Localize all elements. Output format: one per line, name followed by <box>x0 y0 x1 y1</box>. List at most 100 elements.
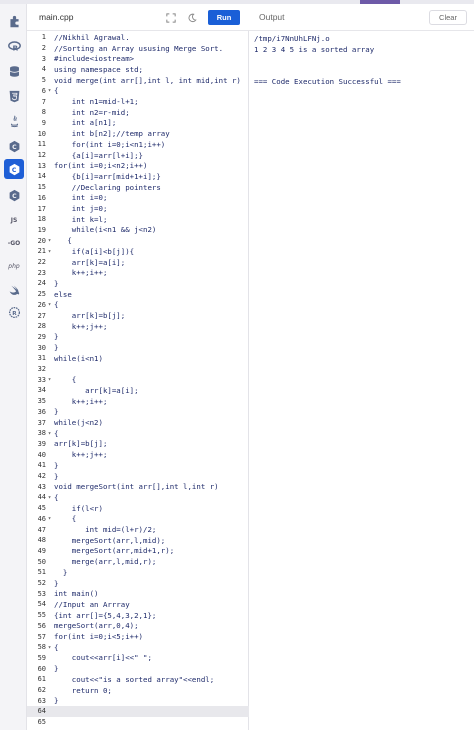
code-line[interactable]: 57 for(int i=0;i<5;i++) <box>27 631 249 642</box>
code-line[interactable]: 20 ▾ { <box>27 235 249 246</box>
code-line[interactable]: 50 merge(arr,l,mid,r); <box>27 556 249 567</box>
code-line[interactable]: 62 return 0; <box>27 685 249 696</box>
code-line[interactable]: 3 #include<iostream> <box>27 53 249 64</box>
code-line[interactable]: 33 ▾ { <box>27 374 249 385</box>
code-line[interactable]: 40 k++;j++; <box>27 449 249 460</box>
code-line[interactable]: 1 //Nikhil Agrawal. <box>27 32 249 43</box>
swift-icon[interactable] <box>4 280 24 300</box>
code-line[interactable]: 2 //Sorting an Array ususing Merge Sort. <box>27 43 249 54</box>
code-line[interactable]: 30} <box>27 342 249 353</box>
code-line[interactable]: 65 <box>27 717 249 728</box>
code-line[interactable]: 7 int n1=mid-l+1; <box>27 96 249 107</box>
code-line[interactable]: 55 {int arr[]={5,4,3,2,1}; <box>27 610 249 621</box>
code-line[interactable]: 8 int n2=r-mid; <box>27 107 249 118</box>
code-line[interactable]: 47 int mid=(l+r)/2; <box>27 524 249 535</box>
code-line[interactable]: 18 int k=l; <box>27 214 249 225</box>
code-line[interactable]: 43 void mergeSort(int arr[],int l,int r) <box>27 481 249 492</box>
code-line[interactable]: 25 else <box>27 289 249 300</box>
code-line[interactable]: 38 ▾{ <box>27 428 249 439</box>
code-line[interactable]: 44 ▾{ <box>27 492 249 503</box>
fold-toggle[interactable]: ▾ <box>46 237 53 244</box>
code-line[interactable]: 15 //Declaring pointers <box>27 182 249 193</box>
puzzle-icon[interactable] <box>4 11 24 31</box>
csharp-icon[interactable]: C <box>4 185 24 205</box>
code-line[interactable]: 41} <box>27 460 249 471</box>
go-icon[interactable]: -GO <box>4 233 24 253</box>
java-icon[interactable] <box>4 111 24 131</box>
line-number: 57 <box>37 632 46 641</box>
fold-toggle[interactable]: ▾ <box>46 87 53 94</box>
code-text: arr[k]=b[j]; <box>54 311 126 321</box>
file-tab[interactable]: main.cpp <box>39 12 74 22</box>
code-line[interactable]: 46 ▾ { <box>27 514 249 525</box>
code-line[interactable]: 14 {b[i]=arr[mid+1+i];} <box>27 171 249 182</box>
r-lang-icon[interactable]: R <box>4 36 24 56</box>
fullscreen-button[interactable] <box>163 11 179 25</box>
code-line[interactable]: 51 } <box>27 567 249 578</box>
code-line[interactable]: 9 int a[n1]; <box>27 118 249 129</box>
theme-toggle-button[interactable] <box>184 11 200 25</box>
line-number: 53 <box>37 589 46 598</box>
code-line[interactable]: 58 ▾{ <box>27 642 249 653</box>
run-button[interactable]: Run <box>208 10 240 25</box>
fold-toggle[interactable]: ▾ <box>46 494 53 501</box>
code-line[interactable]: 29} <box>27 332 249 343</box>
rust-icon[interactable]: R <box>4 302 24 322</box>
fold-toggle[interactable]: ▾ <box>46 515 53 522</box>
cpp-icon[interactable]: C <box>4 159 24 179</box>
code-line[interactable]: 13 for(int i=0;i<n2;i++) <box>27 160 249 171</box>
code-line[interactable]: 12 {a[i]=arr[l+i];} <box>27 150 249 161</box>
code-line[interactable]: 4 using namespace std; <box>27 64 249 75</box>
line-number: 63 <box>37 696 46 705</box>
fold-toggle[interactable]: ▾ <box>46 248 53 255</box>
code-line[interactable]: 42} <box>27 471 249 482</box>
code-line[interactable]: 24} <box>27 278 249 289</box>
php-icon[interactable]: php <box>4 256 24 276</box>
code-line[interactable]: 48 mergeSort(arr,l,mid); <box>27 535 249 546</box>
code-line[interactable]: 23 k++;i++; <box>27 267 249 278</box>
clear-button[interactable]: Clear <box>429 10 467 25</box>
code-line[interactable]: 19 while(i<n1 && j<n2) <box>27 225 249 236</box>
code-line[interactable]: 53 int main() <box>27 588 249 599</box>
fold-toggle[interactable]: ▾ <box>46 301 53 308</box>
fold-toggle[interactable]: ▾ <box>46 376 53 383</box>
html5-icon[interactable] <box>4 86 24 106</box>
code-line[interactable]: 54 //Input an Arrray <box>27 599 249 610</box>
code-line[interactable]: 31 while(i<n1) <box>27 353 249 364</box>
database-icon[interactable] <box>4 61 24 81</box>
code-line[interactable]: 56 mergeSort(arr,0,4); <box>27 621 249 632</box>
code-line[interactable]: 52} <box>27 578 249 589</box>
code-line[interactable]: 5 void merge(int arr[],int l, int mid,int… <box>27 75 249 86</box>
code-line[interactable]: 32 <box>27 364 249 375</box>
code-line[interactable]: 26 ▾{ <box>27 300 249 311</box>
code-line[interactable]: 35 k++;i++; <box>27 396 249 407</box>
code-line[interactable]: 61 cout<<"is a sorted array"<<endl; <box>27 674 249 685</box>
fold-toggle[interactable]: ▾ <box>46 644 53 651</box>
code-line[interactable]: 10 int b[n2];//temp array <box>27 128 249 139</box>
code-line[interactable]: 64 <box>27 706 249 717</box>
javascript-icon[interactable]: JS <box>4 210 24 230</box>
code-line[interactable]: 11 for(int i=0;i<n1;i++) <box>27 139 249 150</box>
code-line[interactable]: 37 while(j<n2) <box>27 417 249 428</box>
code-line[interactable]: 28 k++;j++; <box>27 321 249 332</box>
c-lang-icon[interactable]: C <box>4 136 24 156</box>
code-line[interactable]: 60} <box>27 663 249 674</box>
code-line[interactable]: 17 int j=0; <box>27 203 249 214</box>
code-line[interactable]: 16 int i=0; <box>27 193 249 204</box>
line-number: 51 <box>37 568 46 577</box>
code-line[interactable]: 63} <box>27 695 249 706</box>
code-line[interactable]: 39 arr[k]=b[j]; <box>27 439 249 450</box>
code-line[interactable]: 22 arr[k]=a[i]; <box>27 257 249 268</box>
fold-toggle[interactable]: ▾ <box>46 430 53 437</box>
code-text: #include<iostream> <box>54 54 135 64</box>
code-editor[interactable]: 1 //Nikhil Agrawal. 2 //Sorting an Array us… <box>27 31 249 730</box>
code-line[interactable]: 49 mergeSort(arr,mid+1,r); <box>27 546 249 557</box>
code-line[interactable]: 27 arr[k]=b[j]; <box>27 310 249 321</box>
code-line[interactable]: 59 cout<<arr[i]<<" "; <box>27 653 249 664</box>
code-line[interactable]: 34 arr[k]=a[i]; <box>27 385 249 396</box>
code-line[interactable]: 36} <box>27 407 249 418</box>
code-line[interactable]: 45 if(l<r) <box>27 503 249 514</box>
code-line[interactable]: 6 ▾{ <box>27 86 249 97</box>
code-line[interactable]: 21 ▾ if(a[i]<b[j]){ <box>27 246 249 257</box>
line-number: 19 <box>37 225 46 234</box>
